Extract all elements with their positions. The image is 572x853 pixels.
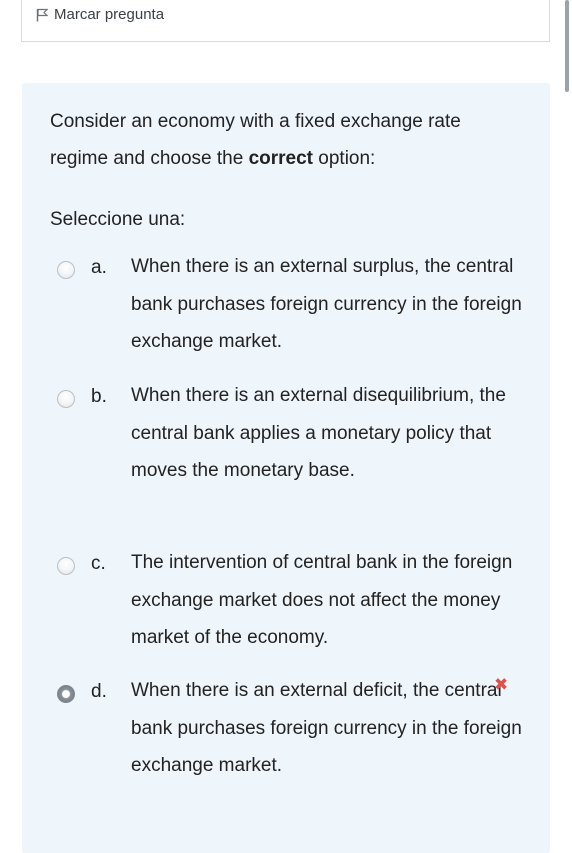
radio-option-a[interactable] xyxy=(57,261,75,279)
radio-option-d[interactable] xyxy=(57,685,75,703)
option-text: The intervention of central bank in the … xyxy=(131,552,513,648)
question-text-end: option: xyxy=(313,148,376,169)
radio-option-c[interactable] xyxy=(57,557,75,575)
question-text-bold: correct xyxy=(248,148,313,169)
answer-prompt: Seleccione una: xyxy=(50,209,186,230)
question-card: Consider an economy with a fixed exchang… xyxy=(22,83,550,853)
question-text: Consider an economy with a fixed exchang… xyxy=(50,103,520,177)
option-letter: b. xyxy=(91,386,107,407)
radio-option-b[interactable] xyxy=(57,390,75,408)
flag-label: Marcar pregunta xyxy=(54,6,165,23)
scrollbar[interactable] xyxy=(565,0,569,92)
cross-icon: ✖ xyxy=(494,675,509,694)
option-letter: c. xyxy=(91,553,106,574)
option-letter: d. xyxy=(91,681,107,702)
option-text: When there is an external deficit, the c… xyxy=(131,680,522,776)
flag-icon xyxy=(36,8,48,22)
option-text: When there is an external surplus, the c… xyxy=(131,256,522,352)
flag-question-box: Marcar pregunta xyxy=(21,0,550,42)
option-letter: a. xyxy=(91,257,107,278)
flag-question-link[interactable]: Marcar pregunta xyxy=(36,6,164,23)
option-text: When there is an external disequilibrium… xyxy=(131,385,506,481)
